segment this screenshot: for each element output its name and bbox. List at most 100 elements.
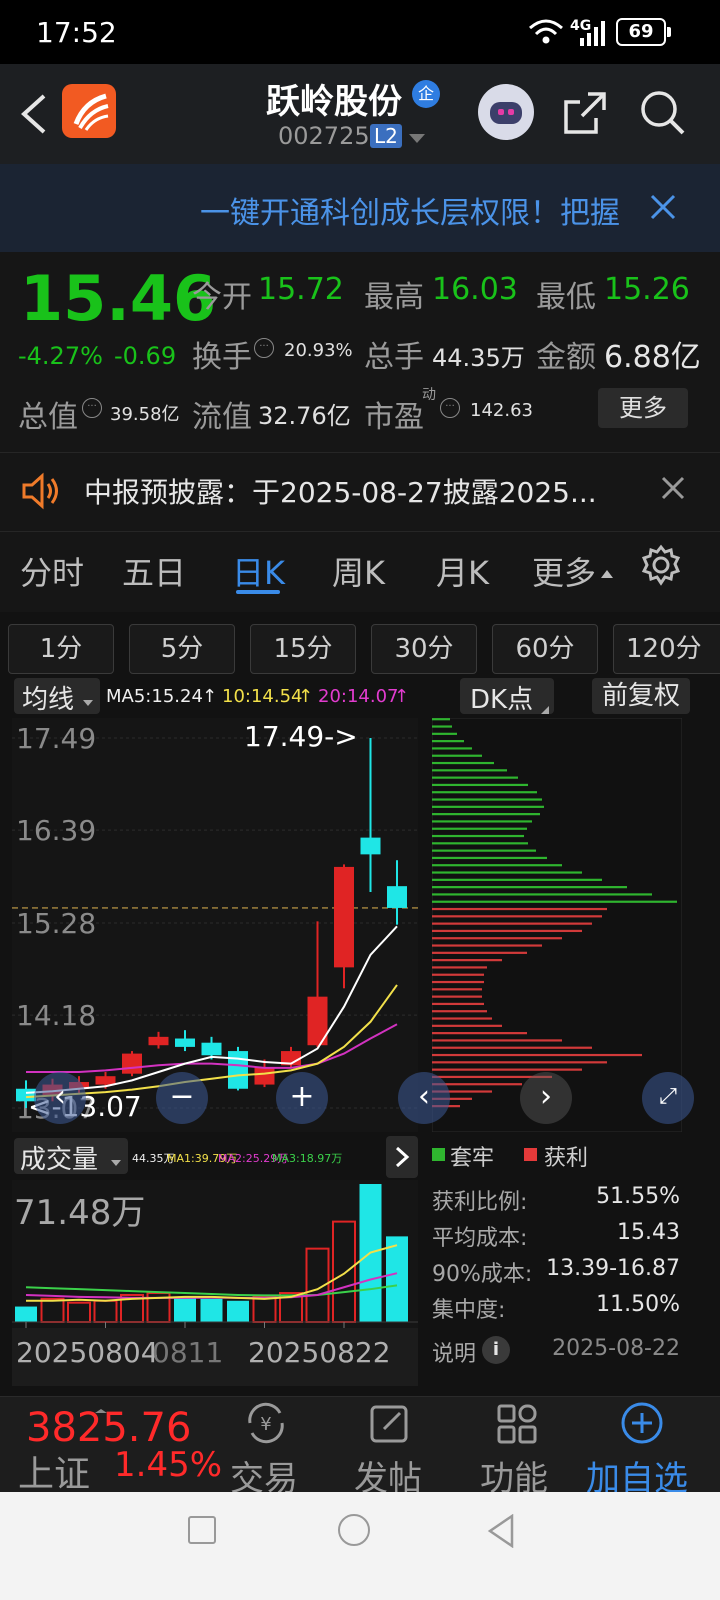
chip-bar-profit <box>432 907 607 911</box>
chip-bar-profit <box>432 959 502 962</box>
volume-bar <box>174 1296 196 1322</box>
chip-bar-profit <box>432 1032 527 1035</box>
dk-point-button[interactable]: DK点 <box>460 678 554 715</box>
chip-row-label: 集中度: <box>432 1298 506 1323</box>
trade-button[interactable]: ¥ 交易 <box>226 1397 306 1499</box>
index-widget[interactable]: 3825.76 上证 1.45% <box>0 1397 222 1495</box>
search-icon[interactable] <box>638 88 686 140</box>
post-button[interactable]: 发帖 <box>352 1397 432 1499</box>
back-nav-icon[interactable] <box>486 1513 516 1552</box>
chip-bar-trapped <box>432 900 677 903</box>
chip-bar-trapped <box>432 886 627 889</box>
chip-bar-profit <box>432 973 484 976</box>
index-pct: 1.45% <box>114 1445 223 1485</box>
functions-button[interactable]: 功能 <box>478 1397 558 1499</box>
notice-bar[interactable]: 中报预披露：于2025-08-27披露2025... <box>0 452 720 532</box>
tab-daily-k[interactable]: 日K <box>232 548 285 594</box>
chip-date: 2025-08-22 <box>552 1336 680 1361</box>
chip-note-label[interactable]: 说明 <box>432 1336 476 1368</box>
index-name: 上证 <box>18 1454 91 1495</box>
tab-intraday[interactable]: 分时 <box>20 548 84 594</box>
tab-five-day[interactable]: 五日 <box>122 548 186 594</box>
change-value: -0.69 <box>114 342 177 370</box>
chip-row-value: 15.43 <box>617 1220 680 1245</box>
candle-body <box>148 1036 169 1046</box>
stock-name: 跃岭股份 <box>266 82 402 122</box>
fullscreen-icon[interactable]: ⤢ <box>642 1072 694 1124</box>
zoom-plus-icon[interactable]: + <box>276 1072 328 1124</box>
open-value: 15.72 <box>258 272 344 307</box>
chip-bar-profit <box>432 915 602 918</box>
chip-bar-profit <box>432 929 582 933</box>
period-30min-button[interactable]: 30分 <box>371 624 477 674</box>
period-60min-button[interactable]: 60分 <box>492 624 598 674</box>
more-button[interactable]: 更多 <box>598 388 688 428</box>
ma-select[interactable]: 均线 <box>14 678 100 715</box>
dropdown-icon[interactable] <box>408 130 426 149</box>
chip-bar-profit <box>432 922 592 925</box>
chip-bar-trapped <box>432 747 472 750</box>
chip-bar-profit <box>432 1002 484 1006</box>
home-icon[interactable] <box>338 1514 370 1546</box>
battery-icon: 69 <box>616 18 666 46</box>
ma-select-label: 均线 <box>22 685 75 715</box>
scroll-right-icon[interactable]: › <box>520 1072 572 1124</box>
tab-active-indicator <box>236 590 280 594</box>
share-icon[interactable] <box>562 90 608 140</box>
candle-body <box>201 1042 222 1056</box>
enterprise-badge: 企 <box>412 80 440 108</box>
candle-body <box>95 1076 116 1085</box>
chip-bar-profit <box>432 1024 502 1027</box>
period-1min-button[interactable]: 1分 <box>8 624 114 674</box>
candle-body <box>122 1053 142 1074</box>
add-watch-button[interactable]: 加自选 <box>584 1397 704 1499</box>
period-120min-button[interactable]: 120分 <box>613 624 720 674</box>
back-icon[interactable] <box>18 92 48 140</box>
legend-profit: 获利 <box>544 1146 589 1171</box>
float-value: 32.76亿 <box>258 402 351 430</box>
notice-text: 中报预披露：于2025-08-27披露2025... <box>84 476 597 509</box>
info-icon[interactable]: ··· <box>254 338 274 358</box>
volume-chart[interactable]: 71.48万 202508040811 20250822 <box>12 1180 418 1386</box>
chip-bar-trapped <box>432 791 537 794</box>
caret-down-icon <box>110 1152 122 1171</box>
expand-right-icon[interactable] <box>386 1136 418 1178</box>
chip-bar-trapped <box>432 805 544 808</box>
info-icon[interactable]: i <box>482 1336 510 1364</box>
robot-assistant-icon[interactable] <box>478 84 534 140</box>
speaker-icon <box>20 471 62 515</box>
system-nav-bar <box>0 1492 720 1600</box>
tab-more[interactable]: 更多 <box>532 548 596 594</box>
chip-bar-trapped <box>432 849 536 852</box>
volume-bar <box>386 1236 408 1322</box>
adjust-button[interactable]: 前复权 <box>592 678 690 714</box>
kline-chart[interactable]: 17.4916.3915.2814.1813.0717.49-><-13.07 <box>12 718 418 1132</box>
chip-bar-trapped <box>432 893 652 896</box>
close-icon[interactable] <box>660 475 686 505</box>
close-icon[interactable] <box>648 192 678 226</box>
promo-banner[interactable]: 一键开通科创成长层权限！把握 <box>0 164 720 252</box>
amount-label: 金额 <box>536 340 596 375</box>
tab-weekly-k[interactable]: 周K <box>332 548 385 594</box>
chip-bar-profit <box>432 937 562 940</box>
candle-body <box>360 837 381 855</box>
zoom-minus-icon[interactable]: − <box>156 1072 208 1124</box>
info-icon[interactable]: ··· <box>82 398 102 418</box>
ma20-label: 20:14.07 <box>318 686 399 707</box>
period-5min-button[interactable]: 5分 <box>129 624 235 674</box>
chip-row-label: 平均成本: <box>432 1226 528 1251</box>
chip-bar-trapped <box>432 878 602 881</box>
settings-gear-icon[interactable] <box>640 544 682 590</box>
volume-select[interactable]: 成交量 <box>14 1138 128 1175</box>
chip-bar-profit <box>432 1046 592 1049</box>
recent-apps-icon[interactable] <box>188 1516 216 1544</box>
date-left-2: 0811 <box>152 1336 223 1369</box>
info-icon[interactable]: ··· <box>440 398 460 418</box>
scroll-left-icon[interactable]: ‹ <box>398 1072 450 1124</box>
low-label: 最低 <box>536 280 596 315</box>
ma10-label: 10:14.54 <box>222 686 303 707</box>
chip-bar-profit <box>432 1068 582 1071</box>
period-15min-button[interactable]: 15分 <box>250 624 356 674</box>
zoom-out-icon[interactable]: ‹ <box>34 1072 86 1124</box>
tab-monthly-k[interactable]: 月K <box>436 548 489 594</box>
